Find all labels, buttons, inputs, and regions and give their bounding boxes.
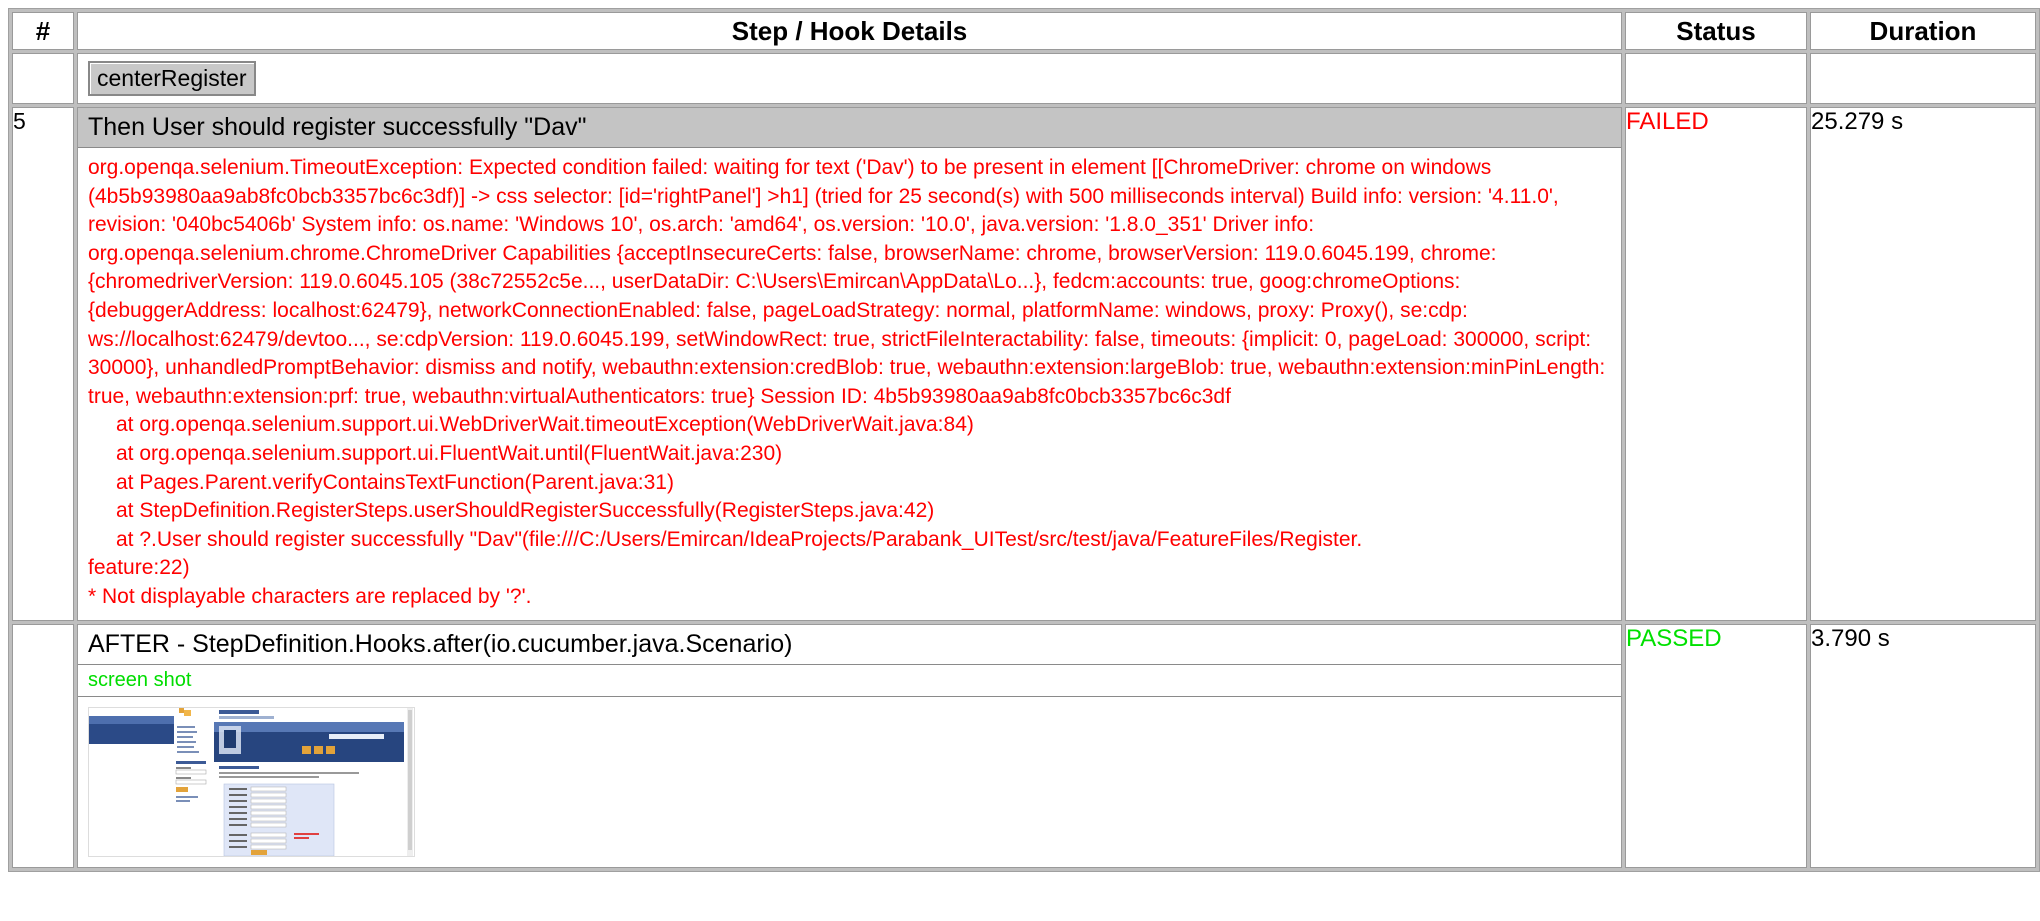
status-passed-badge: PASSED xyxy=(1626,624,1722,652)
hook-status-cell: PASSED xyxy=(1625,623,1807,868)
step-duration-cell: 25.279 s xyxy=(1810,107,2036,621)
hook-details: AFTER - StepDefinition.Hooks.after(io.cu… xyxy=(77,623,1622,868)
tag-row-status xyxy=(1625,53,1807,104)
header-row: # Step / Hook Details Status Duration xyxy=(12,12,2036,50)
tag-row-details: centerRegister xyxy=(77,53,1622,104)
header-status: Status xyxy=(1625,12,1807,50)
tag-chip: centerRegister xyxy=(88,61,256,96)
header-details: Step / Hook Details xyxy=(77,12,1622,50)
error-footnote: * Not displayable characters are replace… xyxy=(88,584,532,608)
step-row: 5 Then User should register successfully… xyxy=(12,107,2036,621)
hook-row: AFTER - StepDefinition.Hooks.after(io.cu… xyxy=(12,623,2036,868)
screenshot-thumbnail[interactable] xyxy=(88,706,415,857)
step-number: 5 xyxy=(12,107,74,621)
hook-duration: 3.790 s xyxy=(1811,624,1890,652)
step-status-cell: FAILED xyxy=(1625,107,1807,621)
tag-row-duration xyxy=(1810,53,2036,104)
stack-trace-line: at Pages.Parent.verifyContainsTextFuncti… xyxy=(116,470,674,494)
header-number: # xyxy=(12,12,74,50)
hook-title: AFTER - StepDefinition.Hooks.after(io.cu… xyxy=(78,624,1621,665)
stack-trace-line: at org.openqa.selenium.support.ui.WebDri… xyxy=(116,413,974,437)
status-failed-badge: FAILED xyxy=(1626,108,1709,135)
tag-row-number xyxy=(12,53,74,104)
stack-trace-line: at StepDefinition.RegisterSteps.userShou… xyxy=(116,499,935,523)
stack-trace-line-last: at ?.User should register successfully "… xyxy=(116,527,1363,551)
stack-trace-line: at org.openqa.selenium.support.ui.Fluent… xyxy=(116,441,783,465)
screenshot-embed xyxy=(78,697,1621,867)
tag-row: centerRegister xyxy=(12,53,2036,104)
error-message: org.openqa.selenium.TimeoutException: Ex… xyxy=(88,156,1606,408)
hook-number xyxy=(12,623,74,868)
step-title: Then User should register successfully "… xyxy=(78,108,1621,148)
screenshot-image xyxy=(89,707,414,856)
stack-trace-line-last-wrap: feature:22) xyxy=(88,556,190,580)
step-details: Then User should register successfully "… xyxy=(77,107,1622,621)
screenshot-toggle-link[interactable]: screen shot xyxy=(78,665,1621,697)
header-duration: Duration xyxy=(1810,12,2036,50)
step-report-table: # Step / Hook Details Status Duration ce… xyxy=(8,8,2040,872)
hook-duration-cell: 3.790 s xyxy=(1810,623,2036,868)
error-output: org.openqa.selenium.TimeoutException: Ex… xyxy=(78,148,1621,620)
step-duration: 25.279 s xyxy=(1811,108,1904,135)
